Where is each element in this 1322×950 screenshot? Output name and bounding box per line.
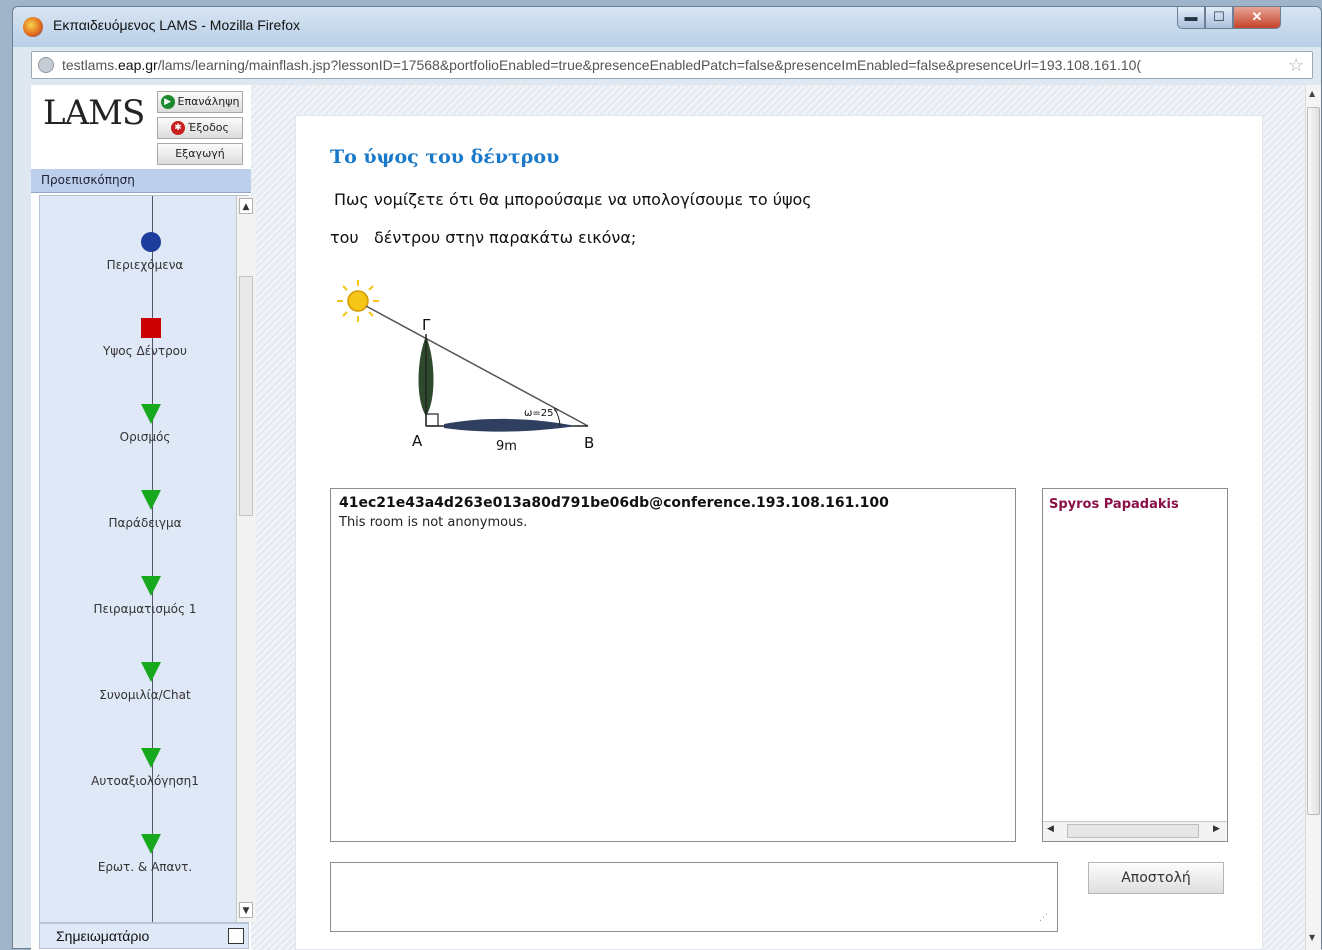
- chat-roster[interactable]: Spyros Papadakis ◀ ▶: [1042, 488, 1228, 842]
- page-scrollbar[interactable]: ▲ ▼: [1305, 85, 1321, 950]
- title-bar: Εκπαιδευόμενος LAMS - Mozilla Firefox ▬ …: [13, 7, 1321, 47]
- sun-icon: [337, 280, 379, 322]
- vertex-label-b: B: [584, 434, 594, 452]
- chat-room-id: 41ec21e43a4d263e013a80d791be06db@confere…: [339, 495, 889, 511]
- exit-icon: ✱: [171, 121, 185, 135]
- notebook-bar[interactable]: Σημειωματάριο: [39, 923, 249, 949]
- replay-button[interactable]: ▶ Επανάληψη: [157, 91, 243, 113]
- triangle-marker-icon: [141, 834, 161, 854]
- maximize-button[interactable]: ☐: [1205, 7, 1233, 29]
- firefox-icon: [23, 17, 43, 37]
- lams-logo: LAMS: [43, 93, 145, 133]
- sequence-scrollbar[interactable]: ▲ ▼: [236, 196, 256, 922]
- sequence-line: [152, 196, 153, 922]
- chat-system-message: This room is not anonymous.: [339, 515, 528, 530]
- triangle-marker-icon: [141, 490, 161, 510]
- shadow-shape: [444, 418, 576, 432]
- activity-sequence: Περιεχόμενα Υψος Δέντρου Ορισμός Παράδει…: [39, 195, 256, 923]
- roster-user[interactable]: Spyros Papadakis: [1049, 497, 1179, 512]
- scroll-right-arrow-icon[interactable]: ▶: [1213, 824, 1220, 834]
- triangle-marker-icon: [141, 748, 161, 768]
- triangle-marker-icon: [141, 576, 161, 596]
- site-identity-icon[interactable]: [38, 57, 54, 73]
- close-button[interactable]: ✕: [1233, 7, 1281, 29]
- scroll-down-arrow-icon[interactable]: ▼: [1309, 933, 1315, 942]
- vertex-label-a: A: [412, 432, 423, 450]
- triangle-marker-icon: [141, 662, 161, 682]
- browser-window: Εκπαιδευόμενος LAMS - Mozilla Firefox ▬ …: [12, 6, 1322, 950]
- roster-horizontal-scrollbar[interactable]: ◀ ▶: [1043, 821, 1227, 841]
- page-title: Το ύψος του δέντρου: [330, 146, 560, 168]
- window-title: Εκπαιδευόμενος LAMS - Mozilla Firefox: [53, 17, 301, 33]
- resize-grip-icon[interactable]: ⋰: [1039, 913, 1048, 923]
- send-button[interactable]: Αποστολή: [1088, 862, 1224, 894]
- bookmark-star-icon[interactable]: ☆: [1288, 55, 1304, 76]
- replay-icon: ▶: [160, 95, 175, 109]
- question-line-2: του δέντρου στην παρακάτω εικόνα;: [330, 228, 637, 247]
- chat-log[interactable]: 41ec21e43a4d263e013a80d791be06db@confere…: [330, 488, 1016, 842]
- vertex-label-top: Γ: [422, 316, 431, 334]
- scroll-up-arrow-icon[interactable]: ▲: [239, 198, 253, 214]
- base-length-label: 9m: [496, 439, 517, 454]
- tree-height-diagram: Γ A B ω=25° 9m: [337, 280, 594, 454]
- page-scroll-thumb[interactable]: [1307, 107, 1320, 815]
- export-button[interactable]: Εξαγωγή: [157, 143, 243, 165]
- scroll-left-arrow-icon[interactable]: ◀: [1047, 824, 1054, 834]
- roster-scroll-thumb[interactable]: [1067, 824, 1199, 838]
- scroll-up-arrow-icon[interactable]: ▲: [1309, 89, 1315, 98]
- address-bar[interactable]: testlams.eap.gr/lams/learning/mainflash.…: [31, 51, 1313, 79]
- question-line-1: Πως νομίζετε ότι θα μπορούσαμε να υπολογ…: [334, 190, 812, 209]
- exit-button[interactable]: ✱ Έξοδος: [157, 117, 243, 139]
- square-marker-icon: [141, 318, 161, 338]
- scroll-down-arrow-icon[interactable]: ▼: [239, 902, 253, 918]
- triangle-marker-icon: [141, 404, 161, 424]
- page-content: LAMS ▶ Επανάληψη ✱ Έξοδος Εξαγωγή Προεπισκ…: [31, 85, 1321, 950]
- learner-sidebar: LAMS ▶ Επανάληψη ✱ Έξοδος Εξαγωγή Προεπισκ…: [31, 85, 256, 950]
- minimize-button[interactable]: ▬: [1177, 7, 1205, 29]
- url-text[interactable]: testlams.eap.gr/lams/learning/mainflash.…: [62, 57, 1282, 73]
- notebook-window-icon[interactable]: [228, 928, 244, 944]
- activity-panel: Το ύψος του δέντρου Πως νομίζετε ότι θα …: [295, 115, 1263, 950]
- message-input[interactable]: ⋰: [330, 862, 1058, 932]
- angle-label: ω=25°: [524, 408, 558, 419]
- preview-header: Προεπισκόπηση: [31, 169, 251, 193]
- circle-marker-icon: [141, 232, 161, 252]
- scroll-thumb[interactable]: [239, 276, 253, 516]
